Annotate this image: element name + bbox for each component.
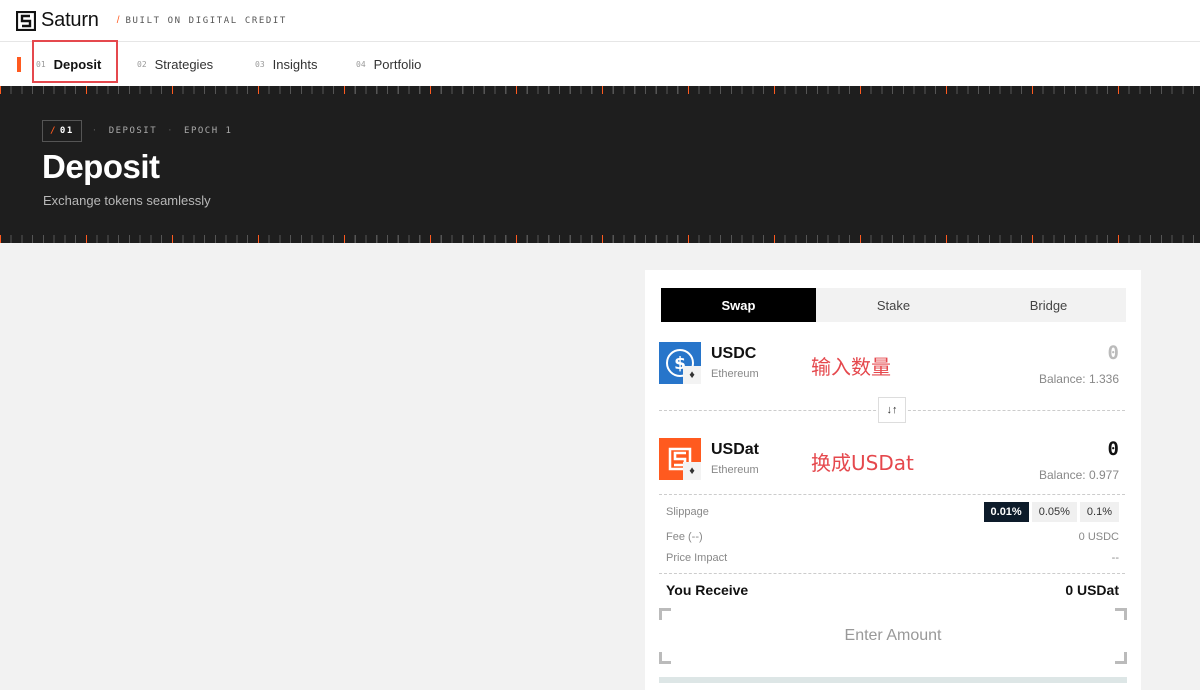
nav-item-insights[interactable]: 03 Insights — [255, 42, 317, 86]
annotation-input-amount: 输入数量 — [811, 355, 891, 379]
fee-value: 0 USDC — [1078, 531, 1119, 543]
tab-bridge[interactable]: Bridge — [971, 288, 1126, 322]
fee-label: Fee (--) — [666, 531, 703, 543]
enter-amount-button[interactable]: Enter Amount — [659, 608, 1127, 664]
to-token-chain: Ethereum — [711, 464, 759, 476]
annotation-swap-to: 换成USDat — [811, 451, 914, 475]
price-impact-row: Price Impact -- — [666, 552, 1119, 564]
nav-num: 04 — [356, 59, 366, 69]
receive-row: You Receive 0 USDat — [666, 582, 1119, 598]
crumb-epoch: EPOCH 1 — [184, 126, 233, 136]
from-token-name[interactable]: USDC — [711, 345, 756, 363]
to-balance: Balance: 0.977 — [1038, 468, 1119, 482]
to-token-row: ♦ USDat Ethereum 换成USDat 0 Balance: 0.97… — [659, 438, 1125, 484]
from-token-row: $ ♦ USDC Ethereum 输入数量 0 Balance: 1.336 — [659, 342, 1125, 388]
slippage-row: Slippage 0.01% 0.05% 0.1% — [666, 502, 1119, 522]
price-impact-value: -- — [1111, 552, 1119, 564]
step-badge: /01 — [42, 120, 82, 142]
crumb-deposit: DEPOSIT — [108, 126, 158, 136]
fee-row: Fee (--) 0 USDC — [666, 531, 1119, 543]
corner-bracket — [659, 608, 671, 620]
from-token-chain: Ethereum — [711, 368, 759, 380]
main-nav: 01 Deposit 02 Strategies 03 Insights 04 … — [0, 42, 1200, 86]
top-bar: Saturn / BUILT ON DIGITAL CREDIT — [0, 0, 1200, 42]
page-title: Deposit — [42, 148, 160, 185]
from-amount-input[interactable]: 0 — [1108, 342, 1119, 364]
enter-amount-label: Enter Amount — [844, 627, 942, 644]
ethereum-icon: ♦ — [683, 366, 701, 384]
tagline: BUILT ON DIGITAL CREDIT — [125, 15, 287, 26]
swap-arrows-icon: ↓↑ — [886, 404, 898, 416]
saturn-logo[interactable]: Saturn — [16, 9, 99, 32]
divider — [659, 573, 1125, 574]
ethereum-icon: ♦ — [683, 462, 701, 480]
tab-stake[interactable]: Stake — [816, 288, 971, 322]
price-impact-label: Price Impact — [666, 552, 728, 564]
nav-label: Insights — [272, 56, 318, 72]
ruler-ticks-top — [0, 86, 1200, 94]
swap-direction-button[interactable]: ↓↑ — [878, 397, 906, 423]
slippage-option[interactable]: 0.1% — [1079, 502, 1119, 522]
receive-label: You Receive — [666, 582, 749, 598]
ruler-ticks-bottom — [0, 235, 1200, 243]
tab-swap[interactable]: Swap — [661, 288, 816, 322]
to-amount: 0 — [1107, 438, 1119, 460]
receive-value: 0 USDat — [1065, 582, 1119, 598]
corner-bracket — [659, 652, 671, 664]
nav-active-marker — [17, 57, 21, 72]
nav-label: Strategies — [154, 56, 214, 72]
crumb-dot: · — [167, 126, 175, 136]
card-bottom-bar — [659, 677, 1127, 683]
nav-num: 02 — [137, 59, 147, 69]
corner-bracket — [1115, 608, 1127, 620]
nav-label: Portfolio — [373, 56, 422, 72]
crumb-dot: · — [91, 126, 99, 136]
slippage-label: Slippage — [666, 506, 709, 518]
slippage-options: 0.01% 0.05% 0.1% — [983, 502, 1119, 522]
from-balance: Balance: 1.336 — [1038, 372, 1119, 386]
hero-banner: /01 · DEPOSIT · EPOCH 1 Deposit Exchange… — [0, 86, 1200, 243]
annotation-highlight-box — [32, 40, 118, 83]
to-token-name[interactable]: USDat — [711, 441, 759, 459]
nav-item-strategies[interactable]: 02 Strategies — [137, 42, 213, 86]
mode-tabs: Swap Stake Bridge — [661, 288, 1126, 322]
page-subtitle: Exchange tokens seamlessly — [43, 193, 211, 208]
slippage-option[interactable]: 0.01% — [983, 502, 1029, 522]
nav-num: 03 — [255, 59, 265, 69]
corner-bracket — [1115, 652, 1127, 664]
swap-card: Swap Stake Bridge $ ♦ USDC Ethereum 输入数量… — [645, 270, 1141, 690]
tagline-separator: / — [116, 15, 120, 26]
slippage-option[interactable]: 0.05% — [1031, 502, 1077, 522]
logo-text: Saturn — [41, 9, 99, 31]
breadcrumb: /01 · DEPOSIT · EPOCH 1 — [42, 120, 232, 142]
divider — [659, 494, 1125, 495]
saturn-logo-icon — [16, 10, 36, 31]
nav-item-portfolio[interactable]: 04 Portfolio — [356, 42, 421, 86]
